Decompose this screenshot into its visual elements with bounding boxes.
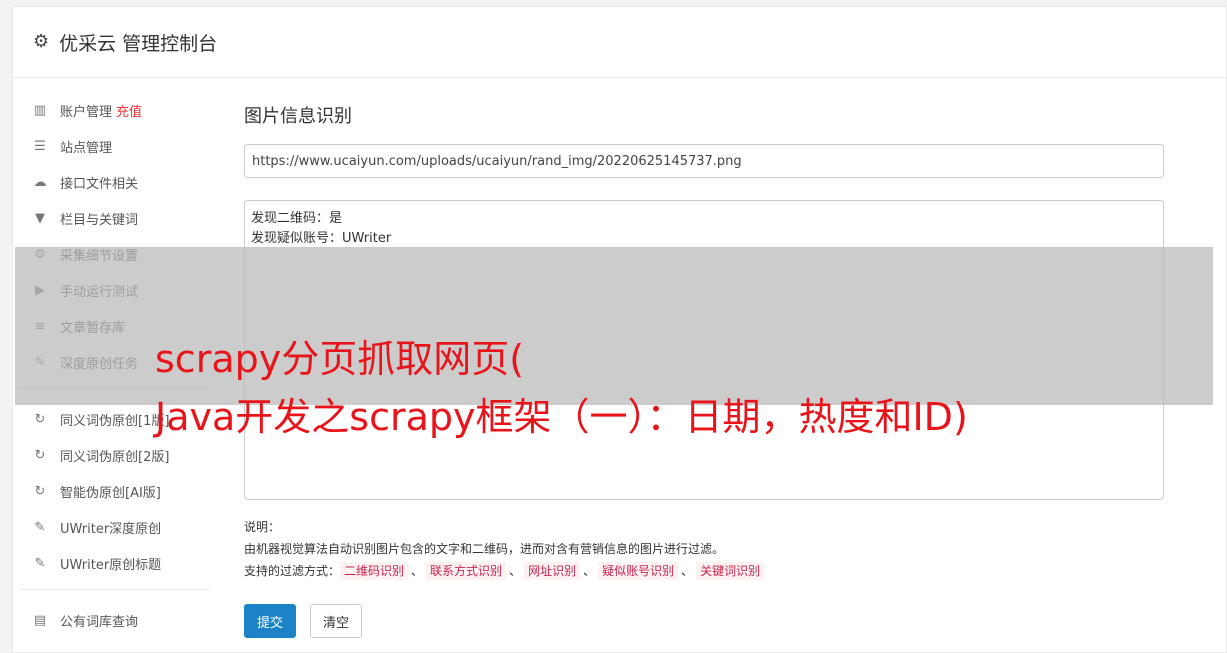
overlay-caption: scrapy分页抓取网页( Java开发之scrapy框架（一）：日期，热度和I… (155, 337, 968, 439)
sidebar-item[interactable]: ☰ 站点管理 (20, 128, 210, 164)
sidebar-item-label: 同义词伪原创[2版] (60, 449, 170, 465)
sidebar-item[interactable]: ☁ 接口文件相关 (20, 164, 210, 200)
filter-separator: 、 (583, 564, 596, 578)
submit-button[interactable]: 提交 (244, 604, 297, 638)
sidebar-item[interactable]: ▼ 栏目与关键词 (20, 200, 210, 236)
filter-tag: 关键词识别 (696, 562, 765, 580)
filter-tag: 网址识别 (524, 562, 581, 580)
book-icon: ▤ (33, 612, 47, 628)
sidebar-item[interactable]: ↻ 智能伪原创[AI版] (20, 473, 210, 509)
sidebar-item-label: 账户管理 (60, 104, 113, 120)
sidebar-item-label: UWriter深度原创 (60, 521, 162, 537)
filter-tag: 二维码识别 (340, 562, 409, 580)
notes-label: 说明： (244, 520, 281, 534)
section-title: 图片信息识别 (244, 106, 352, 127)
filter-tag: 联系方式识别 (426, 562, 507, 580)
page-title: 优采云 管理控制台 (59, 32, 218, 55)
sidebar-item-label: 栏目与关键词 (60, 212, 139, 228)
edit-icon: ✎ (34, 519, 46, 535)
sidebar-item-label: 智能伪原创[AI版] (60, 485, 161, 501)
button-row: 提交 清空 (244, 604, 1164, 638)
sidebar-item[interactable]: ✎ UWriter深度原创 (20, 509, 210, 545)
notes: 说明： 由机器视觉算法自动识别图片包含的文字和二维码，进而对含有营销信息的图片进… (244, 516, 1164, 582)
sidebar-item[interactable]: ▤ 公有词库查询 (20, 602, 210, 638)
recharge-link[interactable]: 充值 (116, 101, 142, 120)
filter-separator: 、 (411, 564, 424, 578)
refresh-icon: ↻ (34, 483, 46, 499)
filter-separator: 、 (681, 564, 694, 578)
gear-icon: ⚙ (33, 31, 50, 52)
refresh-icon: ↻ (34, 447, 46, 463)
refresh-icon: ↻ (34, 411, 46, 427)
sidebar-item-label: UWriter原创标题 (60, 557, 162, 573)
server-icon: ☰ (34, 138, 46, 154)
filter-tag: 疑似账号识别 (598, 562, 679, 580)
clear-button[interactable]: 清空 (310, 604, 363, 638)
edit-icon: ✎ (34, 555, 46, 571)
sidebar-item-label: 站点管理 (60, 140, 113, 156)
notes-description: 由机器视觉算法自动识别图片包含的文字和二维码，进而对含有营销信息的图片进行过滤。 (244, 542, 725, 556)
sidebar-item-label: 同义词伪原创[1版] (60, 413, 170, 429)
header: ⚙ 优采云 管理控制台 (13, 7, 1226, 78)
sidebar-item-label: 公有词库查询 (60, 614, 139, 630)
sidebar-item-label: 接口文件相关 (60, 176, 139, 192)
filter-icon: ▼ (35, 210, 45, 226)
sidebar-item[interactable]: ✎ UWriter原创标题 (20, 545, 210, 581)
sidebar-divider (20, 589, 210, 590)
cloud-upload-icon: ☁ (33, 174, 47, 190)
filter-separator: 、 (509, 564, 522, 578)
filter-methods: 支持的过滤方式： 二维码识别、联系方式识别、网址识别、疑似账号识别、关键词识别 (244, 560, 1164, 582)
image-url-input[interactable] (244, 144, 1164, 178)
filter-methods-label: 支持的过滤方式： (244, 564, 341, 578)
sidebar-item[interactable]: ▥ 账户管理 充值 (20, 92, 210, 128)
bar-chart-icon: ▥ (33, 102, 47, 118)
